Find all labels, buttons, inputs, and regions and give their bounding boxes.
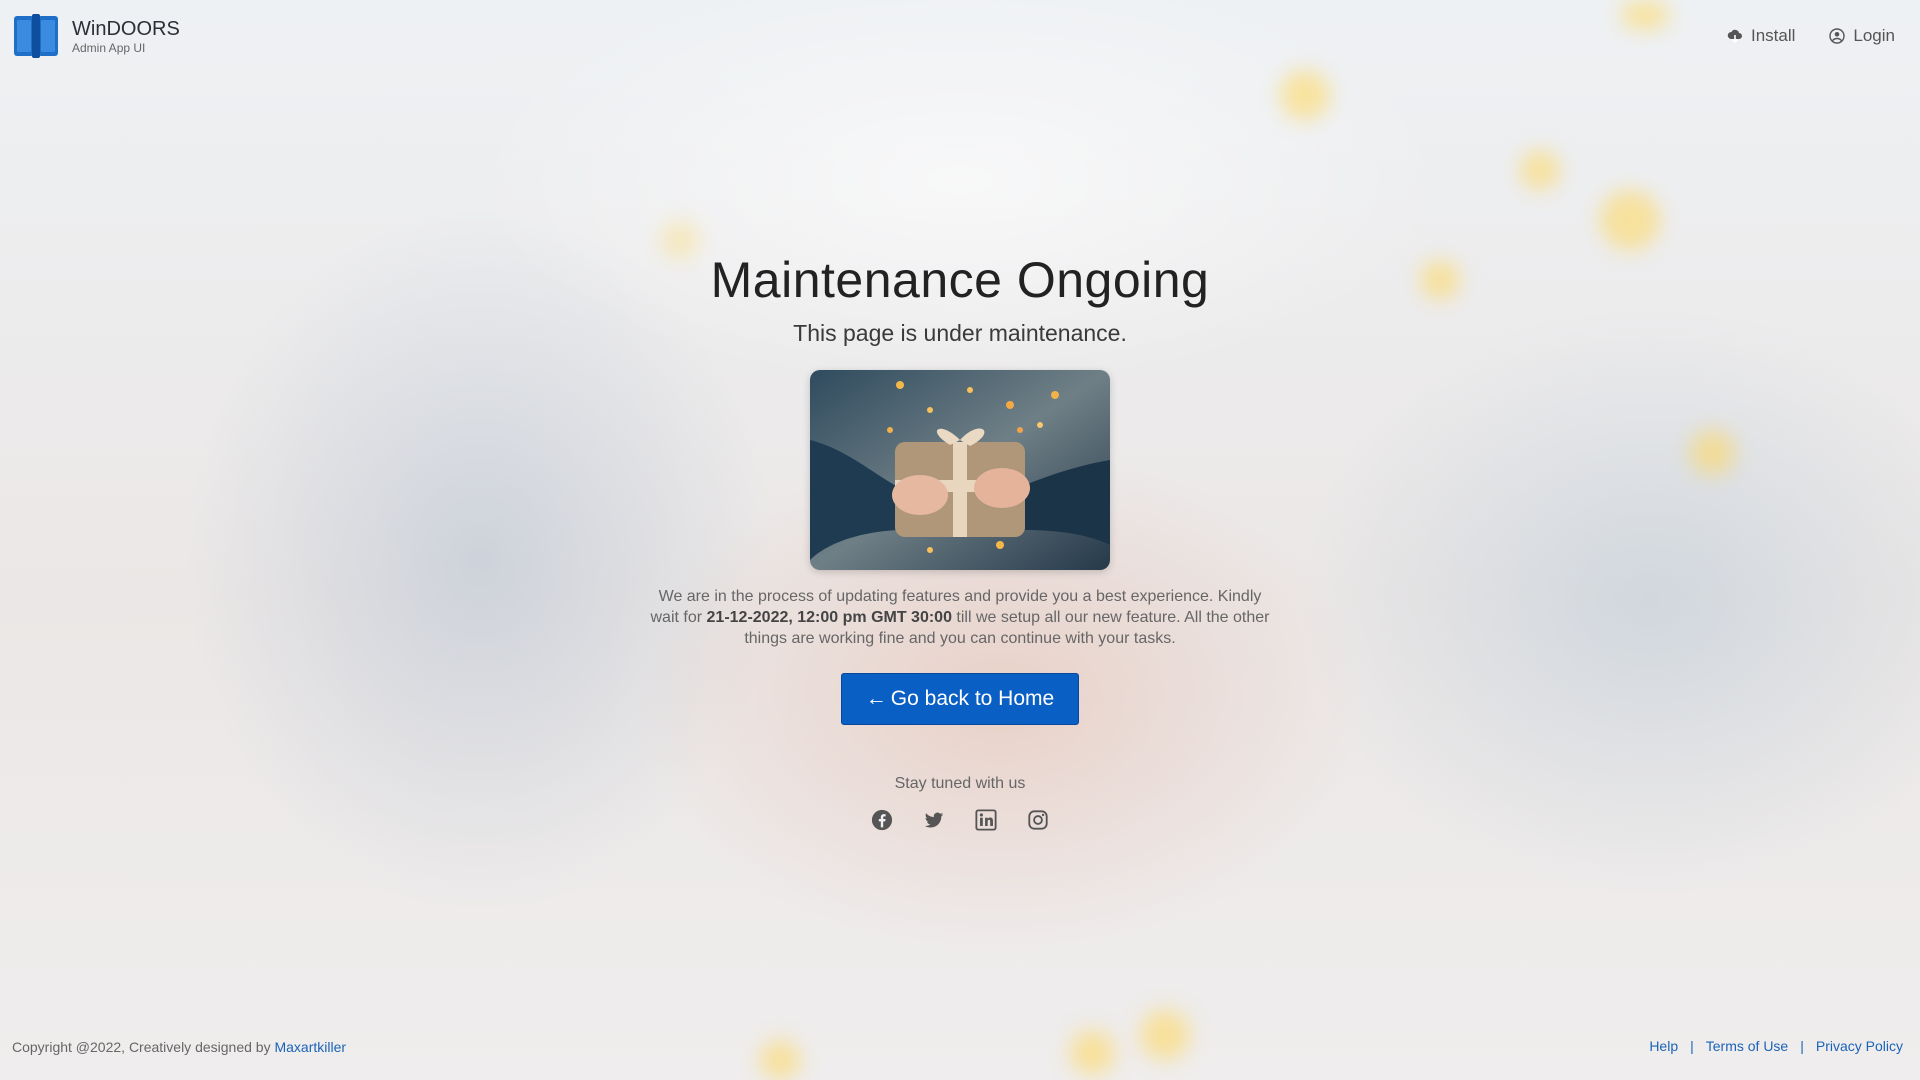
footer: Copyright @2022, Creatively designed by … [0, 1030, 1920, 1080]
user-circle-icon [1829, 28, 1846, 44]
privacy-link[interactable]: Privacy Policy [1816, 1038, 1903, 1054]
social-links [0, 809, 1920, 831]
book-icon [14, 14, 58, 58]
designer-link[interactable]: Maxartkiller [274, 1039, 346, 1055]
footer-separator: | [1690, 1038, 1694, 1054]
linkedin-icon[interactable] [975, 809, 997, 831]
footer-links: Help | Terms of Use | Privacy Policy [1649, 1038, 1903, 1054]
top-bar: WinDOORS Admin App UI Install Login [0, 0, 1920, 76]
footer-separator: | [1800, 1038, 1804, 1054]
instagram-icon[interactable] [1027, 809, 1049, 831]
login-label: Login [1853, 26, 1895, 45]
brand[interactable]: WinDOORS Admin App UI [12, 12, 180, 60]
maintenance-description: We are in the process of updating featur… [650, 586, 1270, 649]
go-home-button[interactable]: ← Go back to Home [840, 673, 1080, 725]
facebook-icon[interactable] [871, 809, 893, 831]
gift-box-photo [810, 370, 1110, 570]
twitter-icon[interactable] [923, 809, 945, 831]
maintenance-deadline: 21-12-2022, 12:00 pm GMT 30:00 [706, 609, 952, 626]
arrow-left-icon: ← [865, 687, 887, 710]
brand-name: WinDOORS [72, 18, 180, 40]
brand-subtitle: Admin App UI [72, 41, 146, 55]
help-link[interactable]: Help [1649, 1038, 1678, 1054]
go-home-label: Go back to Home [890, 687, 1055, 710]
cloud-download-icon [1727, 29, 1742, 44]
login-link[interactable]: Login [1829, 26, 1895, 46]
page-title: Maintenance Ongoing [710, 252, 1210, 308]
page-subtitle: This page is under maintenance. [793, 320, 1127, 346]
hero-image [810, 370, 1110, 570]
copyright: Copyright @2022, Creatively designed by … [12, 1039, 346, 1055]
maintenance-content: Maintenance Ongoing This page is under m… [0, 250, 1920, 831]
stay-tuned-label: Stay tuned with us [894, 775, 1026, 792]
top-nav: Install Login [1727, 26, 1895, 46]
install-link[interactable]: Install [1727, 26, 1795, 46]
copyright-text: Copyright @2022, Creatively designed by [12, 1039, 271, 1055]
terms-link[interactable]: Terms of Use [1706, 1038, 1788, 1054]
install-label: Install [1750, 26, 1796, 45]
